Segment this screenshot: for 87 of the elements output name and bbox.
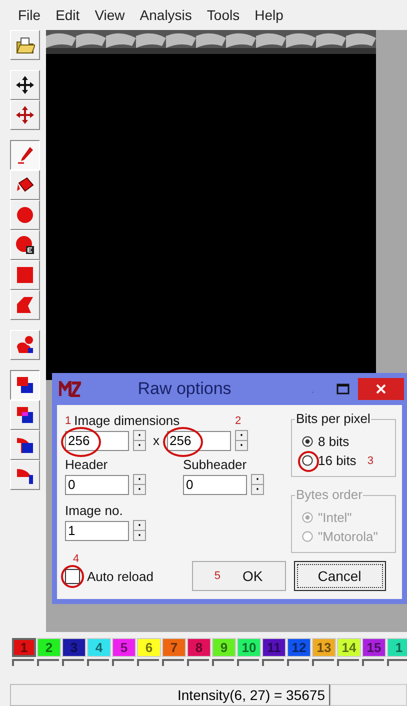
annotation-number: 1 (65, 414, 72, 426)
blob-icon (15, 335, 35, 355)
cancel-button[interactable]: Cancel (294, 561, 386, 591)
color-swatch[interactable]: 12 (287, 638, 311, 657)
times-sign: x (153, 433, 160, 448)
color-swatch[interactable]: 9 (212, 638, 236, 657)
number-field[interactable]: 256 (166, 430, 230, 450)
color-swatch[interactable]: 15 (362, 638, 386, 657)
spinner-icon (234, 430, 248, 451)
number-field[interactable]: 0 (183, 474, 247, 494)
group-label: Bits per pixel (295, 411, 372, 426)
close-icon (374, 382, 388, 396)
ellipse-icon (15, 235, 35, 255)
app-icon (59, 381, 81, 397)
slot-icon (262, 659, 284, 666)
number-field[interactable]: 0 (65, 474, 129, 494)
slot-icon (112, 659, 134, 666)
field-label: Image dimensions (74, 413, 180, 428)
radio-button[interactable] (302, 455, 313, 466)
number-field[interactable]: 1 (65, 520, 129, 540)
slot-icon (237, 659, 259, 666)
option-label: 16 bits (318, 453, 356, 468)
tool-button[interactable] (10, 370, 40, 400)
status-text: Intensity(6, 27) = 35675 (178, 687, 325, 703)
annotation-number: 2 (235, 414, 242, 426)
menu-item[interactable]: Edit (56, 7, 80, 23)
color-swatch[interactable]: 1 (12, 638, 36, 657)
slot-icon (337, 659, 359, 666)
color-swatch[interactable]: 14 (337, 638, 361, 657)
spinner-icon (133, 474, 146, 495)
color-swatch[interactable]: 4 (87, 638, 111, 657)
field-label: Image no. (65, 503, 124, 518)
slot-icon (287, 659, 309, 666)
checkbox[interactable] (65, 568, 80, 584)
slot-icon (362, 659, 384, 666)
menu-item[interactable]: Analysis (140, 7, 192, 23)
slot-icon (187, 659, 209, 666)
color-swatch[interactable]: 10 (237, 638, 261, 657)
color-swatch[interactable]: 1 (387, 638, 407, 657)
color-swatch[interactable]: 13 (312, 638, 336, 657)
color-swatch[interactable]: 6 (137, 638, 161, 657)
annotation-number: 3 (367, 454, 374, 466)
maximize-icon (336, 382, 350, 396)
slot-icon (137, 659, 159, 666)
slot-icon (12, 659, 34, 666)
ok-button[interactable]: 5 OK (192, 561, 286, 591)
option-label: 8 bits (318, 434, 350, 449)
polygon-icon (15, 295, 35, 315)
option-label: "Intel" (318, 510, 352, 525)
number-field[interactable]: 256 (65, 430, 129, 450)
layers-icon (15, 375, 35, 395)
field-label: Header (65, 457, 109, 472)
option-label: "Motorola" (318, 529, 378, 544)
pen-icon (15, 145, 35, 165)
color-swatch[interactable]: 7 (162, 638, 186, 657)
menu-item[interactable]: Help (254, 7, 284, 23)
move-icon (15, 105, 35, 125)
slot-icon (37, 659, 59, 666)
slot-icon (212, 659, 234, 666)
menu-item[interactable]: Tools (206, 7, 240, 23)
annotation-number: 4 (73, 552, 80, 564)
slot-icon (312, 659, 334, 666)
menu-item[interactable]: File (18, 7, 41, 23)
color-swatch[interactable]: 2 (37, 638, 61, 657)
layers-icon (15, 435, 35, 455)
annotation-number: 5 (214, 570, 220, 582)
window-title: Raw options (136, 379, 232, 399)
close-button[interactable] (358, 378, 404, 400)
square-icon (15, 265, 35, 285)
folder-icon (15, 35, 35, 55)
circle-icon (15, 205, 35, 225)
slot-icon (87, 659, 109, 666)
slot-icon (62, 659, 84, 666)
spinner-icon (133, 430, 146, 451)
slot-icon (387, 659, 407, 666)
checkbox-label: Auto reload (87, 568, 154, 584)
slot-icon (162, 659, 184, 666)
layers-icon (15, 405, 35, 425)
spinner-icon (251, 474, 264, 495)
color-swatch[interactable]: 5 (112, 638, 136, 657)
radio-button[interactable] (302, 436, 313, 447)
spinner-icon (133, 520, 146, 541)
move-icon (15, 75, 35, 95)
group-label: Bytes order (295, 487, 364, 502)
field-label: Subheader (183, 457, 248, 472)
menu-item[interactable]: View (94, 7, 125, 23)
color-swatch[interactable]: 8 (187, 638, 211, 657)
